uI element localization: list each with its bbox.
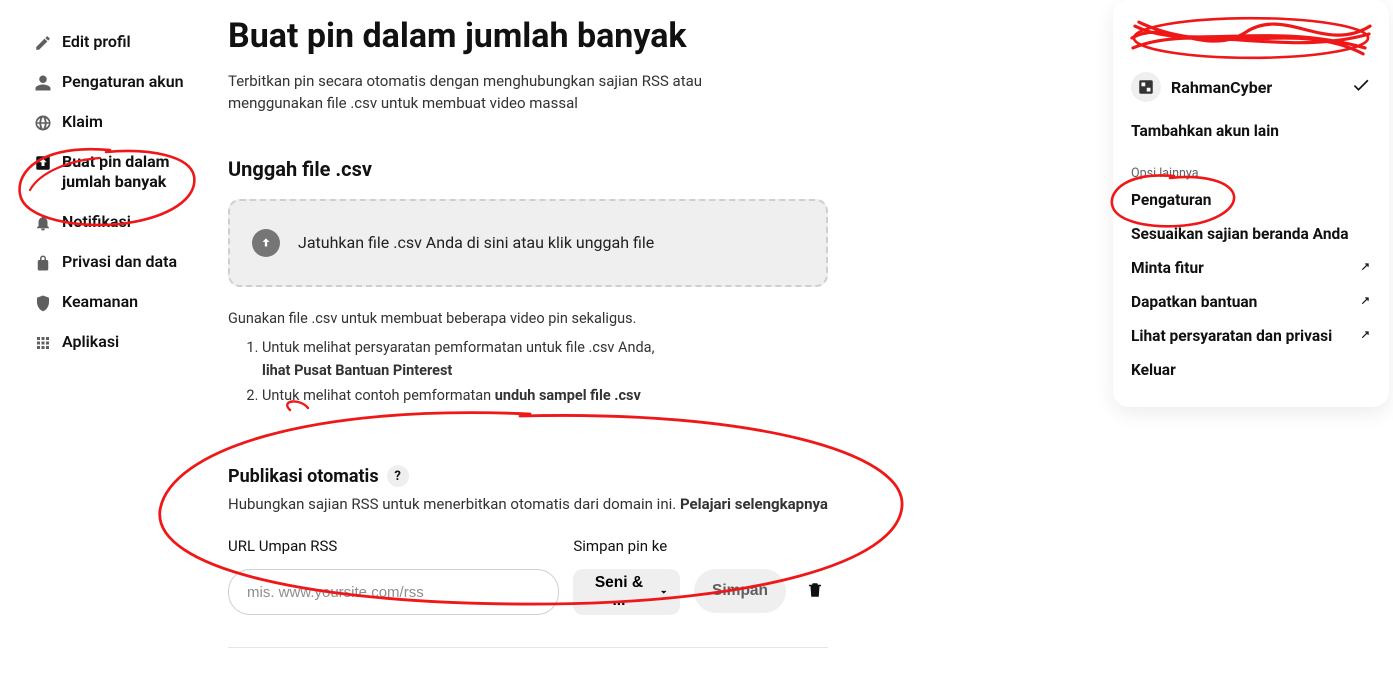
dropzone-text: Jatuhkan file .csv Anda di sini atau kli… xyxy=(298,233,654,252)
avatar xyxy=(1131,72,1161,102)
lock-icon xyxy=(34,254,52,272)
external-link-icon xyxy=(1357,261,1371,275)
main-content: Buat pin dalam jumlah banyak Terbitkan p… xyxy=(228,15,828,648)
account-row[interactable]: RahmanCyber xyxy=(1113,62,1389,116)
external-link-icon xyxy=(1357,329,1371,343)
delete-button[interactable] xyxy=(802,577,828,606)
globe-icon xyxy=(34,114,52,132)
sidebar-item-label: Privasi dan data xyxy=(62,252,177,272)
user-icon xyxy=(34,74,52,92)
sidebar-item-claim[interactable]: Klaim xyxy=(30,102,210,142)
shield-icon xyxy=(34,294,52,312)
menu-item-request-feature[interactable]: Minta fitur xyxy=(1113,251,1389,285)
account-name: RahmanCyber xyxy=(1171,78,1341,97)
menu-item-get-help[interactable]: Dapatkan bantuan xyxy=(1113,285,1389,319)
import-icon xyxy=(34,154,52,172)
menu-item-label: Sesuaikan sajian beranda Anda xyxy=(1131,225,1349,243)
download-sample-link[interactable]: unduh sampel file .csv xyxy=(495,387,641,404)
sidebar-item-notifications[interactable]: Notifikasi xyxy=(30,202,210,242)
apps-icon xyxy=(34,334,52,352)
sidebar-item-label: Aplikasi xyxy=(62,332,119,352)
page-subtitle: Terbitkan pin secara otomatis dengan men… xyxy=(228,70,798,115)
menu-item-label: Keluar xyxy=(1131,361,1176,379)
note-item-2: Untuk melihat contoh pemformatan unduh s… xyxy=(262,384,828,407)
trash-icon xyxy=(806,581,824,599)
csv-dropzone[interactable]: Jatuhkan file .csv Anda di sini atau kli… xyxy=(228,199,828,287)
settings-sidebar: Edit profil Pengaturan akun Klaim Buat p… xyxy=(30,22,210,362)
menu-item-logout[interactable]: Keluar xyxy=(1113,353,1389,387)
sidebar-item-label: Notifikasi xyxy=(62,212,131,232)
sidebar-item-security[interactable]: Keamanan xyxy=(30,282,210,322)
menu-item-label: Minta fitur xyxy=(1131,259,1204,277)
menu-item-settings[interactable]: Pengaturan xyxy=(1113,183,1389,217)
auto-publish-heading: Publikasi otomatis xyxy=(228,466,379,487)
upload-note: Gunakan file .csv untuk membuat beberapa… xyxy=(228,307,828,408)
redacted-scribble xyxy=(1113,10,1389,62)
other-options-label: Opsi lainnya xyxy=(1113,158,1389,183)
sidebar-item-label: Keamanan xyxy=(62,292,138,312)
note-item-1: Untuk melihat persyaratan pemformatan un… xyxy=(262,336,828,382)
rss-url-label: URL Umpan RSS xyxy=(228,537,559,555)
help-center-link[interactable]: lihat Pusat Bantuan Pinterest xyxy=(262,362,452,379)
menu-item-label: Lihat persyaratan dan privasi xyxy=(1131,327,1332,345)
upload-heading: Unggah file .csv xyxy=(228,157,828,181)
save-to-label: Simpan pin ke xyxy=(573,537,680,555)
sidebar-item-apps[interactable]: Aplikasi xyxy=(30,322,210,362)
menu-item-tune-feed[interactable]: Sesuaikan sajian beranda Anda xyxy=(1113,217,1389,251)
auto-publish-section: Publikasi otomatis ? Hubungkan sajian RS… xyxy=(228,465,828,648)
note-intro: Gunakan file .csv untuk membuat beberapa… xyxy=(228,307,828,330)
menu-item-label: Dapatkan bantuan xyxy=(1131,293,1257,311)
divider xyxy=(228,647,828,648)
sidebar-item-account-settings[interactable]: Pengaturan akun xyxy=(30,62,210,102)
help-icon[interactable]: ? xyxy=(387,465,409,487)
auto-publish-subtitle: Hubungkan sajian RSS untuk menerbitkan o… xyxy=(228,495,828,513)
board-select-value: Seni & ... xyxy=(587,574,650,610)
sidebar-item-privacy[interactable]: Privasi dan data xyxy=(30,242,210,282)
menu-item-label: Pengaturan xyxy=(1131,191,1211,209)
sidebar-item-label: Pengaturan akun xyxy=(62,72,184,92)
board-select[interactable]: Seni & ... xyxy=(573,569,680,615)
upload-icon xyxy=(252,229,280,257)
external-link-icon xyxy=(1357,295,1371,309)
account-dropdown: RahmanCyber Tambahkan akun lain Opsi lai… xyxy=(1113,0,1389,407)
learn-more-link[interactable]: Pelajari selengkapnya xyxy=(680,495,828,513)
chevron-down-icon xyxy=(657,585,671,599)
rss-url-input[interactable] xyxy=(228,569,559,615)
check-icon xyxy=(1351,75,1371,99)
menu-item-terms-privacy[interactable]: Lihat persyaratan dan privasi xyxy=(1113,319,1389,353)
page-title: Buat pin dalam jumlah banyak xyxy=(228,15,828,58)
sidebar-item-label: Buat pin dalam jumlah banyak xyxy=(62,152,206,192)
sidebar-item-edit-profile[interactable]: Edit profil xyxy=(30,22,210,62)
sidebar-item-bulk-create[interactable]: Buat pin dalam jumlah banyak xyxy=(30,142,210,202)
save-button[interactable]: Simpan xyxy=(694,569,786,613)
add-account[interactable]: Tambahkan akun lain xyxy=(1113,116,1389,158)
sidebar-item-label: Edit profil xyxy=(62,32,131,52)
bell-icon xyxy=(34,214,52,232)
pencil-icon xyxy=(34,34,52,52)
sidebar-item-label: Klaim xyxy=(62,112,103,132)
